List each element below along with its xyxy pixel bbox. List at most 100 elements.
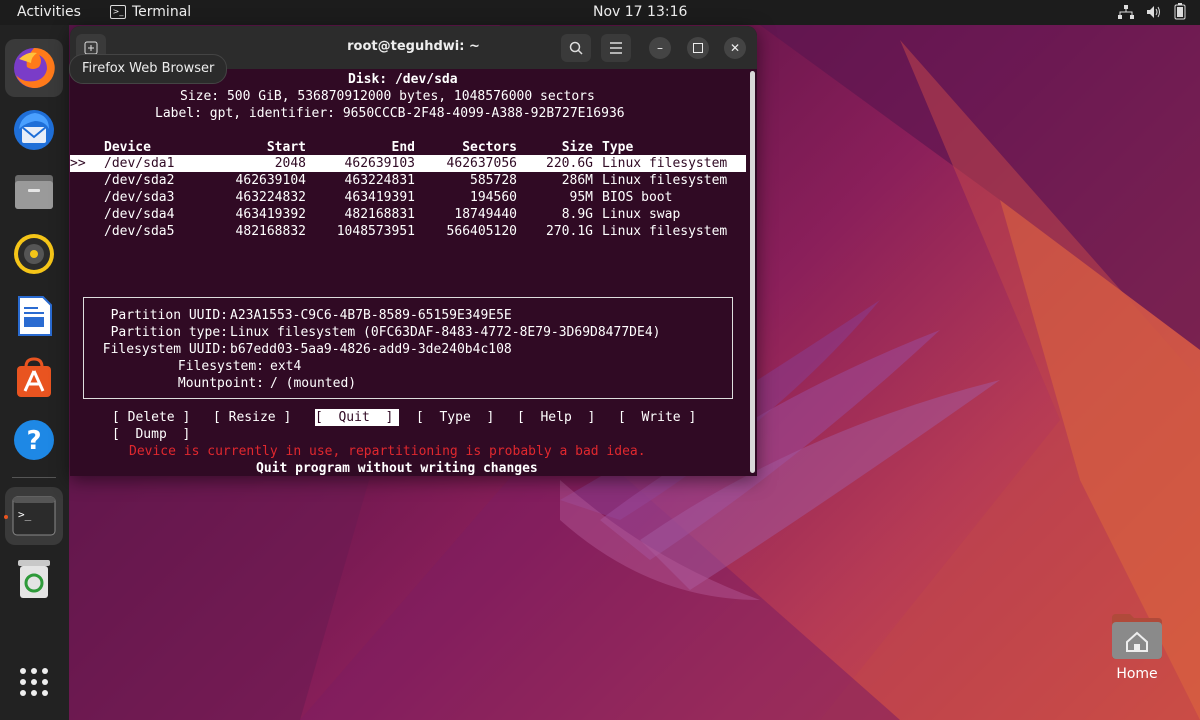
dock-item-writer[interactable] (5, 287, 63, 345)
show-apps-button[interactable] (5, 653, 63, 711)
minimize-button[interactable]: – (649, 37, 671, 59)
col-type: Type (602, 140, 634, 155)
svg-text:>_: >_ (18, 508, 32, 521)
disk-label-line: Label: gpt, identifier: 9650CCCB-2F48-40… (155, 106, 625, 121)
info-value: b67edd03-5aa9-4826-add9-3de240b4c108 (230, 342, 512, 357)
help-button[interactable]: [ Help ] (517, 409, 595, 426)
row-type: BIOS boot (602, 190, 673, 205)
app-menu[interactable]: >_ Terminal (110, 4, 191, 20)
clock[interactable]: Nov 17 13:16 (593, 4, 687, 20)
home-folder-icon (1110, 612, 1164, 660)
row-end: 482168831 (344, 207, 415, 222)
trash-icon (18, 560, 50, 598)
row-size: 286M (561, 173, 593, 188)
activities-button[interactable]: Activities (17, 4, 81, 20)
dock-item-thunderbird[interactable] (5, 101, 63, 159)
row-device: /dev/sda4 (104, 207, 175, 222)
info-key: Filesystem UUID: (102, 342, 228, 357)
dock-item-firefox[interactable] (5, 39, 63, 97)
writer-icon (18, 296, 52, 336)
type-button[interactable]: [ Type ] (416, 409, 494, 426)
dock-item-software[interactable] (5, 349, 63, 407)
disk-size-line: Size: 500 GiB, 536870912000 bytes, 10485… (180, 89, 595, 104)
terminal-window[interactable]: root@teguhdwi: ~ – ✕ Disk: /dev/sda Size… (70, 26, 757, 476)
hamburger-menu-button[interactable] (601, 34, 631, 62)
row-sectors: 585728 (470, 173, 517, 188)
row-start: 462639104 (235, 173, 306, 188)
software-icon (17, 357, 51, 397)
warning-message: Device is currently in use, repartitioni… (129, 444, 646, 459)
files-icon (15, 175, 53, 209)
maximize-button[interactable] (687, 37, 709, 59)
disk-title: Disk: /dev/sda (348, 72, 458, 87)
col-device: Device (104, 140, 151, 155)
col-sectors: Sectors (462, 140, 517, 155)
dock: ? >_ (0, 25, 69, 720)
svg-text:?: ? (26, 426, 41, 456)
quit-label: Quit (338, 410, 370, 425)
thunderbird-icon (14, 110, 54, 150)
row-size: 270.1G (546, 224, 593, 239)
app-grid-icon (20, 668, 48, 696)
hamburger-icon (610, 42, 622, 54)
col-end: End (391, 140, 415, 155)
write-label: Write (641, 410, 681, 425)
status-message: Quit program without writing changes (256, 461, 538, 476)
info-value: Linux filesystem (0FC63DAF-8483-4772-8E7… (230, 325, 661, 340)
close-icon: ✕ (729, 41, 741, 55)
row-sectors: 566405120 (446, 224, 517, 239)
quit-button[interactable]: [ Quit ] (315, 409, 399, 426)
info-key: Partition UUID: (110, 308, 228, 323)
desktop-home-icon[interactable]: Home (1106, 612, 1168, 682)
info-key: Filesystem: (177, 359, 264, 374)
row-start: 482168832 (235, 224, 306, 239)
terminal-scrollbar[interactable] (750, 71, 755, 473)
system-menu[interactable] (1118, 3, 1186, 20)
row-end: 462639103 (344, 156, 415, 171)
dock-item-help[interactable]: ? (5, 411, 63, 469)
write-button[interactable]: [ Write ] (618, 409, 696, 426)
network-icon (1118, 4, 1134, 19)
info-value: A23A1553-C9C6-4B7B-8589-65159E349E5E (230, 308, 512, 323)
search-button[interactable] (561, 34, 591, 62)
running-indicator (4, 515, 8, 519)
top-bar: Activities >_ Terminal Nov 17 13:16 (0, 0, 1200, 25)
row-size: 220.6G (546, 156, 593, 171)
dock-item-rhythmbox[interactable] (5, 225, 63, 283)
terminal-content[interactable]: Disk: /dev/sda Size: 500 GiB, 5368709120… (70, 69, 750, 476)
row-type: Linux filesystem (602, 173, 728, 188)
info-key: Partition type: (110, 325, 228, 340)
delete-label: Delete (127, 410, 175, 425)
dump-button[interactable]: [ Dump ] (112, 426, 190, 443)
battery-icon (1174, 3, 1186, 20)
row-device: /dev/sda1 (104, 156, 175, 171)
terminal-icon: >_ (110, 5, 126, 19)
delete-button[interactable]: [ Delete ] (112, 409, 190, 426)
close-button[interactable]: ✕ (724, 37, 746, 59)
resize-label: Resize (228, 410, 276, 425)
row-size: 95M (569, 190, 593, 205)
dock-item-files[interactable] (5, 163, 63, 221)
app-menu-label: Terminal (132, 4, 192, 20)
row-size: 8.9G (561, 207, 593, 222)
terminal-icon: >_ (12, 496, 56, 536)
resize-button[interactable]: [ Resize ] (213, 409, 291, 426)
row-type: Linux filesystem (602, 224, 728, 239)
row-start: 463419392 (235, 207, 306, 222)
row-sectors: 18749440 (454, 207, 517, 222)
home-label: Home (1116, 666, 1158, 682)
dock-item-trash[interactable] (5, 549, 63, 607)
dock-tooltip: Firefox Web Browser (69, 54, 228, 84)
help-label: Help (540, 410, 572, 425)
maximize-icon (693, 43, 703, 53)
dock-item-terminal[interactable]: >_ (5, 487, 63, 545)
dump-label: Dump (135, 427, 167, 442)
selection-marker: >> (70, 156, 86, 171)
type-label: Type (439, 410, 471, 425)
row-type: Linux swap (602, 207, 681, 222)
row-start: 463224832 (235, 190, 306, 205)
row-start: 2048 (274, 156, 306, 171)
row-end: 463224831 (344, 173, 415, 188)
row-sectors: 194560 (470, 190, 517, 205)
info-value: / (mounted) (270, 376, 357, 391)
